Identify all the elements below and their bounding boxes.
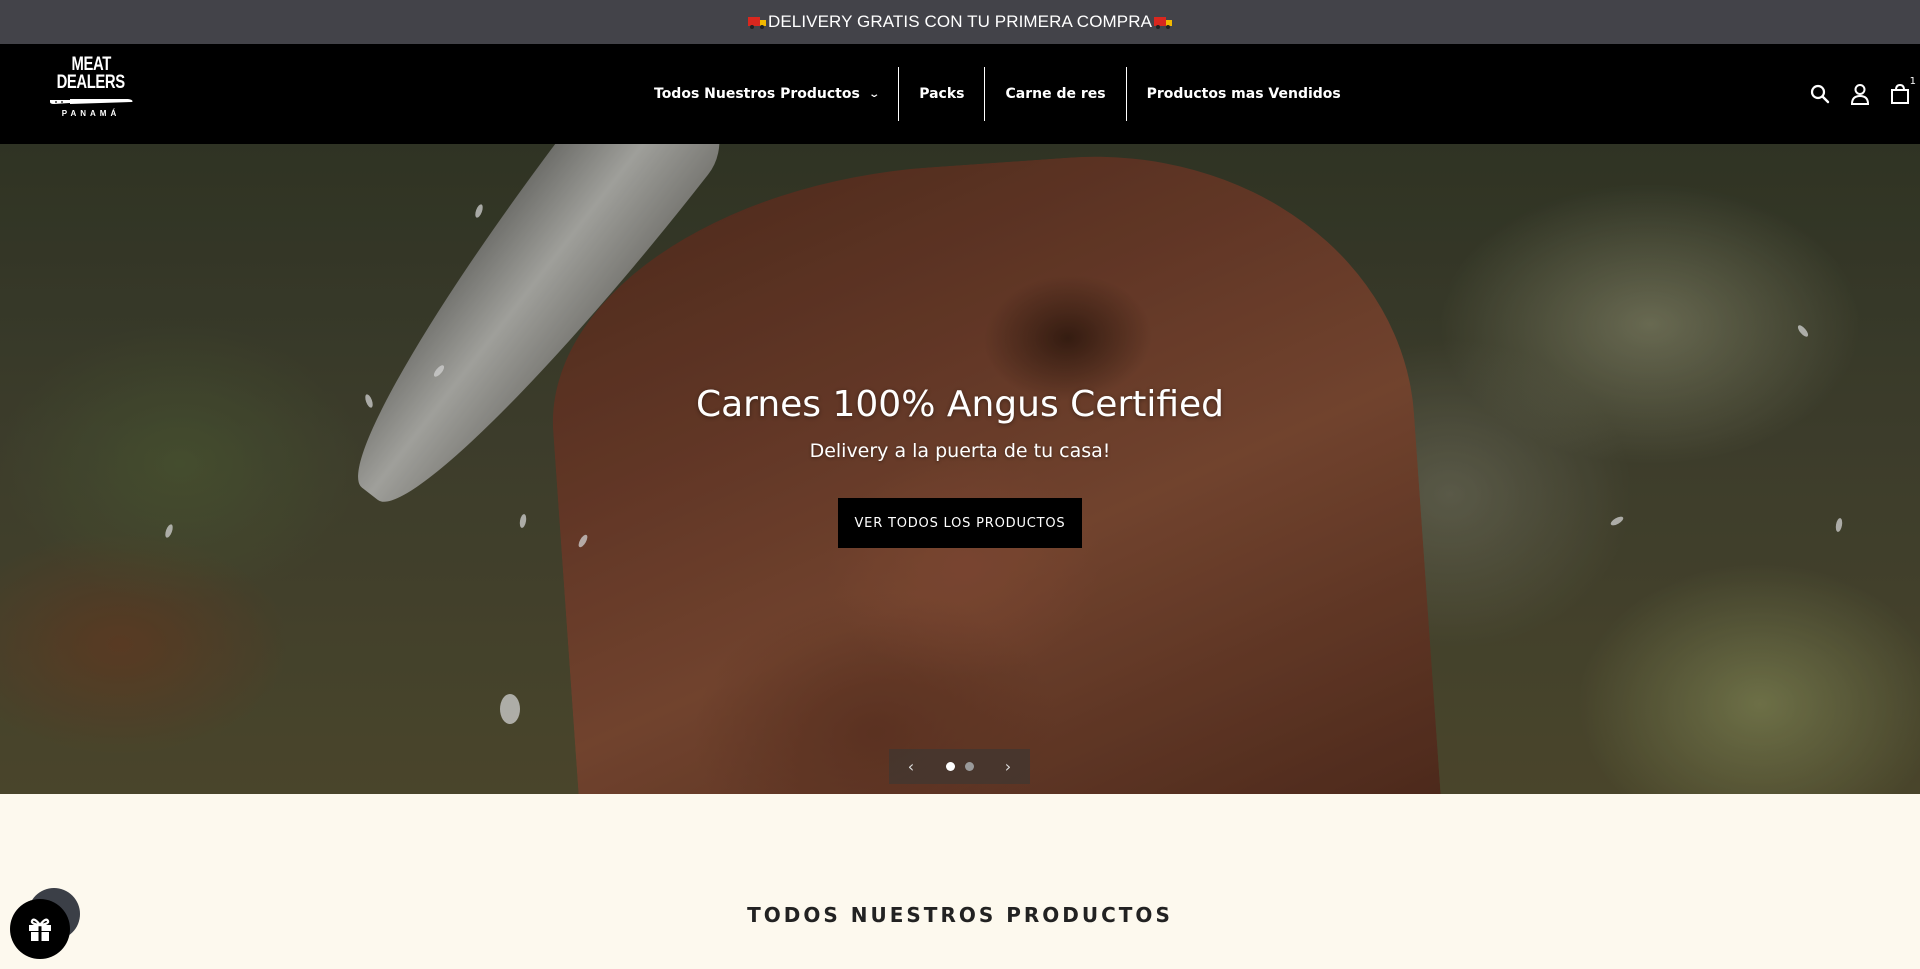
logo-line-3: PANAMÁ bbox=[61, 109, 121, 118]
slideshow-controls: ‹ › bbox=[889, 749, 1030, 784]
knife-logo-icon bbox=[50, 99, 133, 104]
nav-item-carne-de-res[interactable]: Carne de res bbox=[985, 44, 1125, 144]
nav-item-productos-mas-vendidos[interactable]: Productos mas Vendidos bbox=[1127, 44, 1361, 144]
cart-icon[interactable]: 1 bbox=[1880, 74, 1920, 114]
logo-line-2: DEALERS bbox=[56, 72, 126, 93]
site-header: MEAT DEALERS PANAMÁ Todos Nuestros Produ… bbox=[0, 44, 1920, 144]
delivery-truck-icon bbox=[1154, 16, 1173, 29]
nav-item-label: Packs bbox=[919, 86, 965, 102]
chevron-right-icon[interactable]: › bbox=[1000, 757, 1016, 776]
slide-dot-2[interactable] bbox=[964, 762, 974, 771]
nav-item-todos-nuestros-productos[interactable]: Todos Nuestros Productos ⌄ bbox=[634, 44, 898, 144]
announcement-text: DELIVERY GRATIS CON TU PRIMERA COMPRA bbox=[767, 12, 1153, 31]
site-logo[interactable]: MEAT DEALERS PANAMÁ bbox=[44, 55, 138, 132]
announcement-bar: DELIVERY GRATIS CON TU PRIMERA COMPRA bbox=[0, 0, 1920, 44]
view-all-products-button[interactable]: VER TODOS LOS PRODUCTOS bbox=[838, 498, 1082, 548]
hero-subtitle: Delivery a la puerta de tu casa! bbox=[809, 440, 1111, 462]
cart-count-badge: 1 bbox=[1909, 76, 1916, 87]
slide-dot-1[interactable] bbox=[945, 762, 955, 771]
slide-dots bbox=[945, 762, 974, 771]
header-icons: 1 bbox=[1800, 44, 1920, 144]
delivery-truck-icon bbox=[747, 16, 766, 29]
nav-item-label: Carne de res bbox=[1005, 86, 1106, 102]
nav-item-packs[interactable]: Packs bbox=[899, 44, 984, 144]
chevron-left-icon[interactable]: ‹ bbox=[903, 757, 919, 776]
nav-item-label: Productos mas Vendidos bbox=[1146, 86, 1341, 102]
gift-icon[interactable] bbox=[10, 899, 70, 959]
search-icon[interactable] bbox=[1800, 74, 1840, 114]
chevron-down-icon: ⌄ bbox=[868, 88, 880, 100]
hero-slideshow: Carnes 100% Angus Certified Delivery a l… bbox=[0, 144, 1920, 794]
hero-title: Carnes 100% Angus Certified bbox=[695, 384, 1225, 425]
section-title: TODOS NUESTROS PRODUCTOS bbox=[747, 903, 1173, 927]
main-nav: Todos Nuestros Productos ⌄ Packs Carne d… bbox=[634, 44, 1361, 144]
nav-item-label: Todos Nuestros Productos bbox=[654, 86, 860, 102]
hero-overlay bbox=[0, 144, 1920, 794]
account-icon[interactable] bbox=[1840, 74, 1880, 114]
